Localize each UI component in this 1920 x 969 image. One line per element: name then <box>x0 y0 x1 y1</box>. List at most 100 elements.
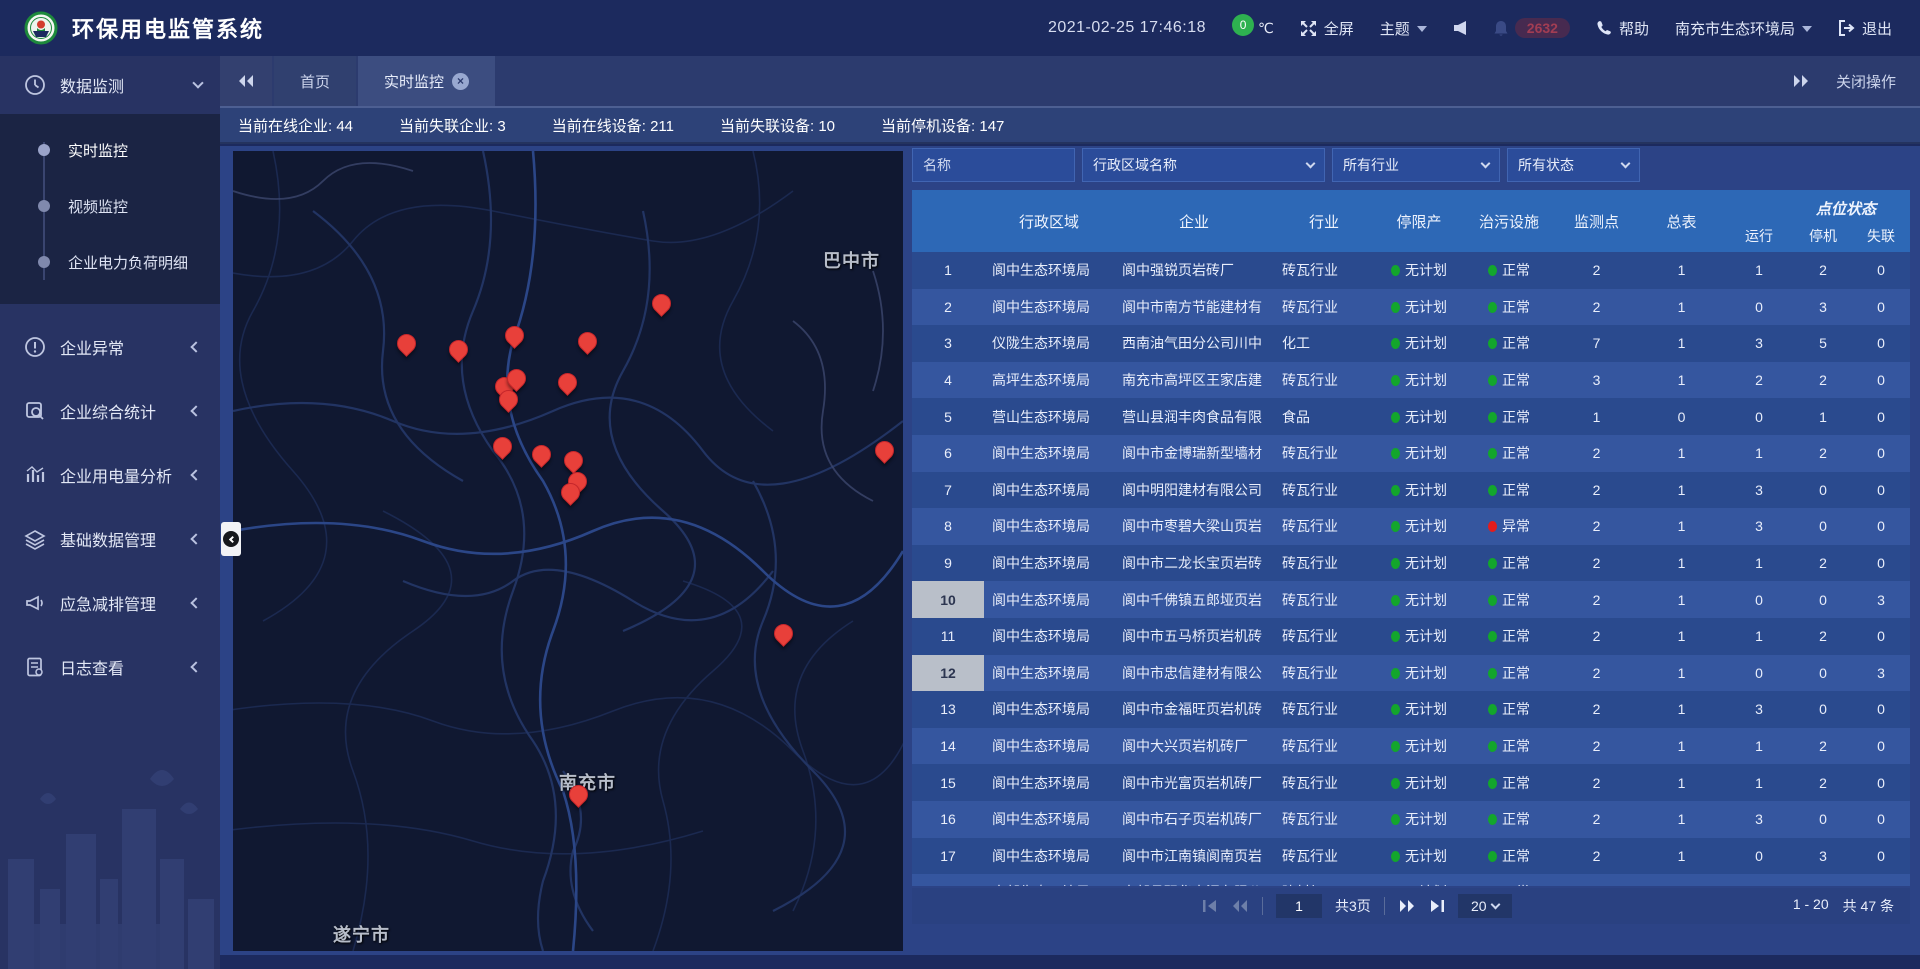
region-select[interactable]: 行政区域名称 <box>1082 148 1325 182</box>
sidebar-item-realtime-monitoring[interactable]: 实时监控 <box>0 122 220 178</box>
page-number-input[interactable] <box>1276 894 1322 918</box>
table-row[interactable]: 1 阆中生态环境局 阆中强锐页岩砖厂 砖瓦行业 无计划 正常 2 1 1 2 0 <box>912 252 1910 289</box>
sidebar-item-emergency-reduction[interactable]: 应急减排管理 <box>0 574 220 632</box>
map-marker-pin[interactable] <box>871 437 898 464</box>
cell-stopped: 2 <box>1794 628 1852 644</box>
table-row[interactable]: 10 阆中生态环境局 阆中千佛镇五郎垭页岩 砖瓦行业 无计划 正常 2 1 0 … <box>912 581 1910 618</box>
next-page-button[interactable] <box>1398 899 1416 913</box>
table-row[interactable]: 17 阆中生态环境局 阆中市江南镇阆南页岩 砖瓦行业 无计划 正常 2 1 0 … <box>912 838 1910 875</box>
cell-running: 0 <box>1724 299 1794 315</box>
chevron-down-icon <box>192 77 203 88</box>
chevron-left-icon <box>190 597 201 608</box>
cell-limit: 无计划 <box>1374 297 1464 317</box>
cityscape-decoration <box>0 739 220 969</box>
cell-running: 1 <box>1724 628 1794 644</box>
map-marker-pin[interactable] <box>393 330 420 357</box>
sidebar-item-enterprise-statistics[interactable]: 企业综合统计 <box>0 382 220 440</box>
name-search-field[interactable] <box>912 148 1075 182</box>
map-marker-pin[interactable] <box>574 328 601 355</box>
name-search-input[interactable] <box>923 157 1064 173</box>
table-row[interactable]: 13 阆中生态环境局 阆中市金福旺页岩机砖 砖瓦行业 无计划 正常 2 1 3 … <box>912 691 1910 728</box>
table-row[interactable]: 9 阆中生态环境局 阆中市二龙长宝页岩砖 砖瓦行业 无计划 正常 2 1 1 2… <box>912 545 1910 582</box>
prev-page-button[interactable] <box>1231 899 1249 913</box>
tabs-scroll-right-button[interactable] <box>1792 74 1810 88</box>
sidebar-item-data-monitoring[interactable]: 数据监测 <box>0 56 220 114</box>
logout-button[interactable]: 退出 <box>1838 18 1892 39</box>
sidebar-item-video-monitoring[interactable]: 视频监控 <box>0 178 220 234</box>
cell-facility: 正常 <box>1464 626 1554 646</box>
map-panel[interactable]: 巴中市南充市遂宁市 <box>233 151 903 951</box>
map-marker-pin[interactable] <box>560 447 587 474</box>
sidebar-subitem-label: 视频监控 <box>68 196 128 217</box>
map-marker-pin[interactable] <box>489 433 516 460</box>
map-marker-pin[interactable] <box>648 290 675 317</box>
cell-stopped: 2 <box>1794 372 1852 388</box>
industry-select[interactable]: 所有行业 <box>1332 148 1500 182</box>
fullscreen-button[interactable]: 全屏 <box>1300 18 1354 39</box>
tab-home[interactable]: 首页 <box>274 56 356 106</box>
map-marker-pin[interactable] <box>445 336 472 363</box>
sidebar-item-label: 日志查看 <box>60 655 192 679</box>
page-size-select[interactable]: 20 <box>1458 894 1512 918</box>
table-row[interactable]: 2 阆中生态环境局 阆中市南方节能建材有 砖瓦行业 无计划 正常 2 1 0 3… <box>912 289 1910 326</box>
table-row[interactable]: 18 南部生态环境局 南部县砚华水泥有限公 建材加工 无计划 正常 6 2 0 … <box>912 874 1910 886</box>
sidebar-nav: 数据监测 实时监控 视频监控 企业电力负荷明细 <box>0 56 220 969</box>
status-dot-icon <box>1391 265 1400 276</box>
first-page-button[interactable] <box>1202 899 1218 913</box>
theme-menu-button[interactable]: 主题 <box>1380 18 1427 39</box>
map-marker-pin[interactable] <box>554 369 581 396</box>
cell-company: 阆中强锐页岩砖厂 <box>1114 260 1274 280</box>
status-dot-icon <box>1488 485 1497 496</box>
org-menu-button[interactable]: 南充市生态环境局 <box>1675 18 1812 39</box>
table-row[interactable]: 12 阆中生态环境局 阆中市忠信建材有限公 砖瓦行业 无计划 正常 2 1 0 … <box>912 655 1910 692</box>
table-row[interactable]: 6 阆中生态环境局 阆中市金博瑞新型墙材 砖瓦行业 无计划 正常 2 1 1 2… <box>912 435 1910 472</box>
table-row[interactable]: 14 阆中生态环境局 阆中大兴页岩机砖厂 砖瓦行业 无计划 正常 2 1 1 2… <box>912 728 1910 765</box>
status-dot-icon <box>1488 412 1497 423</box>
table-row[interactable]: 16 阆中生态环境局 阆中市石子页岩机砖厂 砖瓦行业 无计划 正常 2 1 3 … <box>912 801 1910 838</box>
status-dot-icon <box>1391 704 1400 715</box>
stats-bar: 当前在线企业: 44 当前失联企业: 3 当前在线设备: 211 当前失联设备:… <box>220 108 1920 144</box>
cell-offline: 0 <box>1852 299 1910 315</box>
map-marker-pin[interactable] <box>528 441 555 468</box>
table-row[interactable]: 8 阆中生态环境局 阆中市枣碧大梁山页岩 砖瓦行业 无计划 异常 2 1 3 0… <box>912 508 1910 545</box>
cell-total-meters: 1 <box>1639 811 1724 827</box>
tab-close-icon[interactable]: × <box>452 73 469 90</box>
table-row[interactable]: 4 高坪生态环境局 南充市高坪区王家店建 砖瓦行业 无计划 正常 3 1 2 2… <box>912 362 1910 399</box>
tab-realtime-monitoring[interactable]: 实时监控 × <box>358 56 495 106</box>
table-row[interactable]: 15 阆中生态环境局 阆中市光富页岩机砖厂 砖瓦行业 无计划 正常 2 1 1 … <box>912 764 1910 801</box>
sidebar-item-log-view[interactable]: 日志查看 <box>0 638 220 696</box>
cell-limit: 无计划 <box>1374 480 1464 500</box>
table-row[interactable]: 3 仪陇生态环境局 西南油气田分公司川中 化工 无计划 正常 7 1 3 5 0 <box>912 325 1910 362</box>
close-operations-button[interactable]: 关闭操作 <box>1836 71 1896 92</box>
table-row[interactable]: 11 阆中生态环境局 阆中市五马桥页岩机砖 砖瓦行业 无计划 正常 2 1 1 … <box>912 618 1910 655</box>
row-index: 3 <box>912 325 984 362</box>
sidebar-subitem-label: 企业电力负荷明细 <box>68 252 188 273</box>
filter-bar: 行政区域名称 所有行业 所有状态 <box>912 148 1910 182</box>
speaker-mute-icon[interactable] <box>1453 20 1467 36</box>
tabs-scroll-left-button[interactable] <box>220 56 272 106</box>
sidebar-collapse-button[interactable] <box>221 522 241 556</box>
sidebar-item-power-load-detail[interactable]: 企业电力负荷明细 <box>0 234 220 290</box>
status-select[interactable]: 所有状态 <box>1507 148 1640 182</box>
sidebar-item-enterprise-abnormal[interactable]: 企业异常 <box>0 318 220 376</box>
sidebar-item-power-analysis[interactable]: 企业用电量分析 <box>0 446 220 504</box>
map-marker-pin[interactable] <box>501 322 528 349</box>
map-marker-pin[interactable] <box>770 620 797 647</box>
cell-running: 3 <box>1724 482 1794 498</box>
sidebar-item-base-data[interactable]: 基础数据管理 <box>0 510 220 568</box>
table-row[interactable]: 5 营山生态环境局 营山县润丰肉食品有限 食品 无计划 正常 1 0 0 1 0 <box>912 398 1910 435</box>
cell-facility: 正常 <box>1464 553 1554 573</box>
status-dot-icon <box>1488 704 1497 715</box>
row-index: 10 <box>912 581 984 618</box>
table-row[interactable]: 7 阆中生态环境局 阆中明阳建材有限公司 砖瓦行业 无计划 正常 2 1 3 0… <box>912 472 1910 509</box>
notification-button[interactable]: 2632 <box>1493 18 1570 38</box>
row-index: 7 <box>912 472 984 509</box>
cell-industry: 砖瓦行业 <box>1274 590 1374 610</box>
row-index: 5 <box>912 398 984 435</box>
cell-facility: 正常 <box>1464 736 1554 756</box>
chevron-left-icon <box>190 469 201 480</box>
double-chevron-right-icon <box>1792 74 1810 88</box>
help-button[interactable]: 帮助 <box>1596 18 1649 39</box>
last-page-button[interactable] <box>1429 899 1445 913</box>
cell-total-meters: 1 <box>1639 555 1724 571</box>
